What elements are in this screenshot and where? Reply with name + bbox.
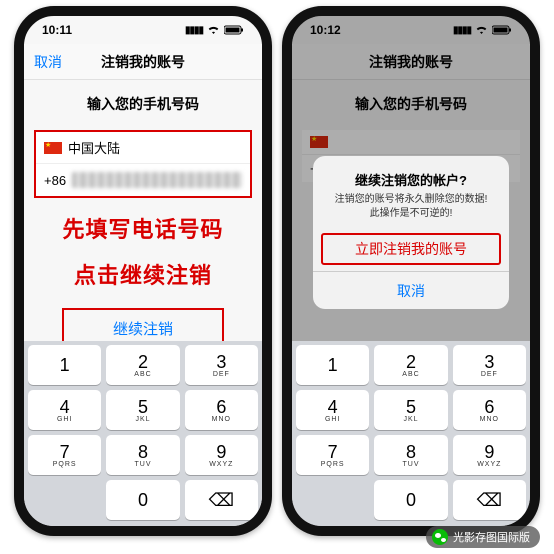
annotation-1: 先填写电话号码 — [34, 212, 252, 244]
key-4[interactable]: 4GHI — [296, 390, 369, 430]
key-3[interactable]: 3DEF — [453, 345, 526, 385]
dial-code: +86 — [44, 173, 66, 188]
key-6[interactable]: 6MNO — [185, 390, 258, 430]
cancel-button[interactable]: 取消 — [34, 52, 62, 72]
battery-icon — [224, 25, 244, 35]
key-blank — [28, 480, 101, 520]
page-title: 注销我的账号 — [101, 52, 185, 72]
phone-row[interactable]: +86 — [36, 164, 250, 196]
confirm-alert: 继续注销您的帐户? 注销您的账号将永久删除您的数据! 此操作是不可逆的! 立即注… — [313, 156, 509, 309]
alert-message-1: 注销您的账号将永久删除您的数据! — [323, 193, 499, 207]
key-1[interactable]: 1 — [296, 345, 369, 385]
numeric-keypad: 12ABC3DEF 4GHI5JKL6MNO 7PQRS8TUV9WXYZ0⌫ — [24, 341, 262, 526]
wechat-icon — [432, 529, 448, 545]
key-5[interactable]: 5JKL — [106, 390, 179, 430]
key-7[interactable]: 7PQRS — [296, 435, 369, 475]
key-5[interactable]: 5JKL — [374, 390, 447, 430]
wifi-icon — [207, 25, 220, 35]
nav-bar: 取消 注销我的账号 — [24, 44, 262, 80]
key-2[interactable]: 2ABC — [374, 345, 447, 385]
phone-input[interactable] — [72, 172, 242, 188]
region-label: 中国大陆 — [68, 138, 120, 157]
continue-button[interactable]: 继续注销 — [113, 318, 173, 339]
confirm-delete-button[interactable]: 立即注销我的账号 — [321, 233, 501, 265]
key-9[interactable]: 9WXYZ — [453, 435, 526, 475]
status-icons: ▮▮▮▮ — [185, 25, 244, 36]
key-blank — [296, 480, 369, 520]
backspace-key[interactable]: ⌫ — [185, 480, 258, 520]
region-row[interactable]: 中国大陆 — [36, 132, 250, 164]
key-2[interactable]: 2ABC — [106, 345, 179, 385]
phone-fields: 中国大陆 +86 — [34, 130, 252, 198]
subtitle: 输入您的手机号码 — [34, 94, 252, 114]
signal-icon: ▮▮▮▮ — [185, 25, 203, 36]
phone-left: 10:11 ▮▮▮▮ 取消 注销我的账号 输入您的手机号码 中国大陆 +86 — [14, 6, 272, 536]
time: 10:11 — [42, 23, 72, 37]
key-0[interactable]: 0 — [106, 480, 179, 520]
key-3[interactable]: 3DEF — [185, 345, 258, 385]
status-bar: 10:11 ▮▮▮▮ — [24, 16, 262, 44]
watermark: 光影存图国际版 — [426, 526, 540, 548]
key-4[interactable]: 4GHI — [28, 390, 101, 430]
key-6[interactable]: 6MNO — [453, 390, 526, 430]
numeric-keypad: 12ABC3DEF 4GHI5JKL6MNO 7PQRS8TUV9WXYZ0⌫ — [292, 341, 530, 526]
phone-right: 10:12 ▮▮▮▮ 注销我的账号 输入您的手机号码 +8 继续注销 继续注销您… — [282, 6, 540, 536]
key-9[interactable]: 9WXYZ — [185, 435, 258, 475]
key-8[interactable]: 8TUV — [374, 435, 447, 475]
alert-cancel-button[interactable]: 取消 — [313, 271, 509, 309]
alert-message-2: 此操作是不可逆的! — [323, 207, 499, 221]
annotation-2: 点击继续注销 — [34, 258, 252, 290]
key-8[interactable]: 8TUV — [106, 435, 179, 475]
key-1[interactable]: 1 — [28, 345, 101, 385]
flag-icon — [44, 142, 62, 154]
watermark-text: 光影存图国际版 — [453, 529, 530, 545]
key-0[interactable]: 0 — [374, 480, 447, 520]
backspace-key[interactable]: ⌫ — [453, 480, 526, 520]
alert-title: 继续注销您的帐户? — [323, 170, 499, 189]
key-7[interactable]: 7PQRS — [28, 435, 101, 475]
